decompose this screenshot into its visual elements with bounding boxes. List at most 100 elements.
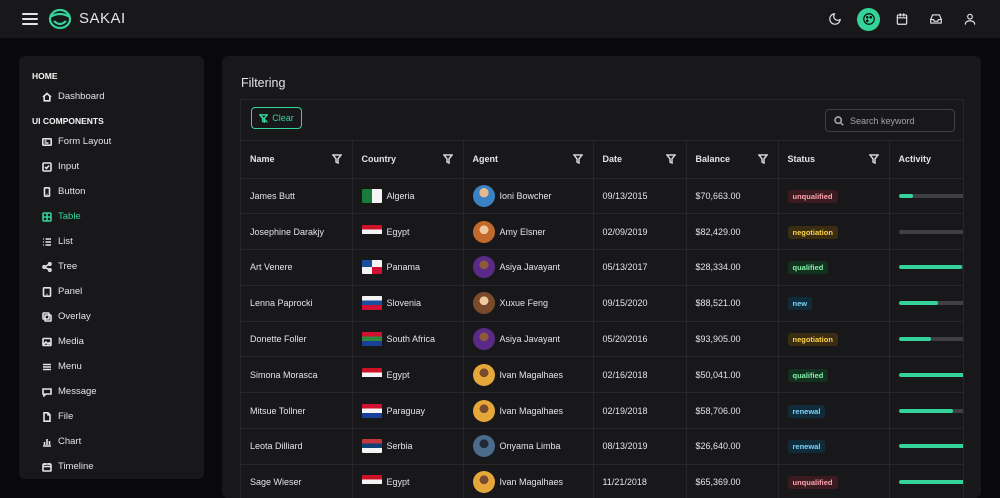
filter-country-button[interactable] [441, 154, 454, 165]
cell-name: Lenna Paprocki [241, 285, 353, 322]
cell-date: 05/13/2017 [593, 249, 687, 286]
filter-agent-button[interactable] [571, 154, 584, 165]
sidebar-item-media[interactable]: Media [19, 329, 204, 354]
sidebar-item-button[interactable]: Button [19, 179, 204, 204]
theme-palette-button[interactable] [857, 7, 880, 31]
table-row[interactable]: Art Venere Panama Asiya Javayant 05/13/2017… [241, 249, 963, 286]
cell-date: 05/20/2016 [593, 321, 687, 358]
sidebar-item-dashboard[interactable]: Dashboard [19, 84, 204, 109]
activity-progress-fill [898, 193, 913, 198]
column-header-label: Date [602, 154, 623, 165]
table-row[interactable]: Mitsue Tollner Paraguay Ivan Magalhaes 02/1… [241, 392, 963, 430]
cell-agent: Ioni Bowcher [463, 178, 594, 215]
flag-icon [361, 188, 382, 203]
filter-name-button[interactable] [330, 154, 343, 165]
sidebar-item-label: Form Layout [58, 136, 112, 147]
menu-bar [22, 18, 38, 20]
sidebar-item-form-layout[interactable]: Form Layout [19, 129, 204, 154]
agent-name: Asiya Javayant [499, 262, 561, 273]
sidebar-item-table[interactable]: Table [19, 204, 204, 229]
cell-date: 02/16/2018 [593, 356, 687, 394]
dark-mode-toggle[interactable] [823, 7, 847, 31]
cell-country: South Africa [352, 321, 464, 358]
cell-country: Egypt [352, 213, 464, 251]
file-icon [42, 411, 52, 422]
filter-status-button[interactable] [867, 154, 880, 165]
table-row[interactable]: Sage Wieser Egypt Ivan Magalhaes 11/21/2018… [241, 464, 963, 498]
sidebar-item-tree[interactable]: Tree [19, 254, 204, 279]
topbar: SAKAI [0, 0, 1000, 38]
status-badge: renewal [787, 440, 826, 454]
cell-status: unqualified [778, 464, 890, 498]
activity-progress-fill [898, 372, 963, 377]
clear-filters-button[interactable]: Clear [251, 107, 302, 129]
search-input[interactable] [850, 115, 950, 126]
table-row[interactable]: Josephine Darakjy Egypt Amy Elsner 02/09/20… [241, 213, 963, 251]
agent-wrap: Xuxue Feng [472, 292, 584, 315]
status-badge: unqualified [787, 189, 838, 203]
cell-agent: Asiya Javayant [463, 321, 594, 358]
agent-wrap: Ivan Magalhaes [472, 399, 584, 422]
filter-balance-button[interactable] [756, 154, 769, 165]
agent-wrap: Ioni Bowcher [472, 184, 584, 207]
sidebar-item-chart[interactable]: Chart [19, 429, 204, 454]
sidebar-item-input[interactable]: Input [19, 154, 204, 179]
cell-country: Egypt [352, 356, 464, 394]
country-wrap: Egypt [361, 367, 454, 382]
column-header-agent: Agent [463, 141, 594, 179]
cell-agent: Amy Elsner [463, 213, 594, 251]
sidebar-item-message[interactable]: Message [19, 379, 204, 404]
topbar-actions [823, 7, 982, 31]
flag-icon [361, 403, 382, 418]
table-row[interactable]: Leota Dilliard Serbia Onyama Limba 08/13/20… [241, 428, 963, 465]
sidebar-item-panel[interactable]: Panel [19, 279, 204, 304]
table-row[interactable]: Donette Foller South Africa Asiya Javayant… [241, 321, 963, 358]
sidebar-item-timeline[interactable]: Timeline [19, 454, 204, 479]
cell-balance: $58,706.00 [686, 392, 779, 430]
cell-balance: $65,369.00 [686, 464, 779, 498]
sidebar-item-overlay[interactable]: Overlay [19, 304, 204, 329]
profile-button[interactable] [958, 7, 982, 31]
check-square-icon [42, 161, 52, 172]
balance-value: $70,663.00 [695, 190, 741, 201]
sidebar-item-label: Timeline [58, 461, 94, 472]
table-row[interactable]: Lenna Paprocki Slovenia Xuxue Feng 09/15/20… [241, 285, 963, 322]
date-value: 02/16/2018 [602, 369, 648, 380]
filter-date-button[interactable] [664, 154, 677, 165]
sidebar-item-menu[interactable]: Menu [19, 354, 204, 379]
column-header-name: Name [241, 141, 353, 179]
bars-icon [42, 362, 52, 372]
customer-name: Sage Wieser [250, 477, 302, 488]
menu-toggle-button[interactable] [22, 11, 38, 27]
cell-status: unqualified [778, 178, 890, 215]
date-value: 08/13/2019 [602, 441, 648, 452]
date-value: 05/20/2016 [602, 334, 648, 345]
agent-wrap: Asiya Javayant [472, 328, 584, 351]
activity-progress-bar [898, 480, 963, 485]
palette-icon [862, 13, 875, 25]
cell-activity [889, 321, 963, 358]
flag-icon [361, 439, 382, 454]
column-header-label: Balance [695, 154, 731, 165]
sidebar-item-label: Button [58, 186, 86, 197]
sidebar-item-file[interactable]: File [19, 404, 204, 429]
cell-name: Josephine Darakjy [241, 213, 353, 251]
cell-balance: $28,334.00 [686, 249, 779, 286]
calendar-button[interactable] [890, 7, 914, 31]
cell-activity [889, 213, 963, 251]
menu-bar [22, 23, 38, 25]
table-row[interactable]: James Butt Algeria Ioni Bowcher 09/13/2015 $… [241, 178, 963, 215]
inbox-button[interactable] [924, 7, 948, 31]
cell-status: negotiation [778, 213, 890, 251]
table-row[interactable]: Simona Morasca Egypt Ivan Magalhaes 02/16/2… [241, 356, 963, 394]
country-wrap: Panama [361, 260, 454, 275]
filter-slash-icon [259, 113, 269, 123]
clear-label: Clear [272, 113, 294, 123]
flag-icon [361, 475, 382, 490]
sidebar-item-list[interactable]: List [19, 229, 204, 254]
column-header-label: Agent [472, 154, 499, 165]
flag-icon [361, 332, 382, 347]
cell-activity [889, 356, 963, 394]
column-header-label: Country [361, 154, 397, 165]
status-badge: negotiation [787, 225, 838, 239]
